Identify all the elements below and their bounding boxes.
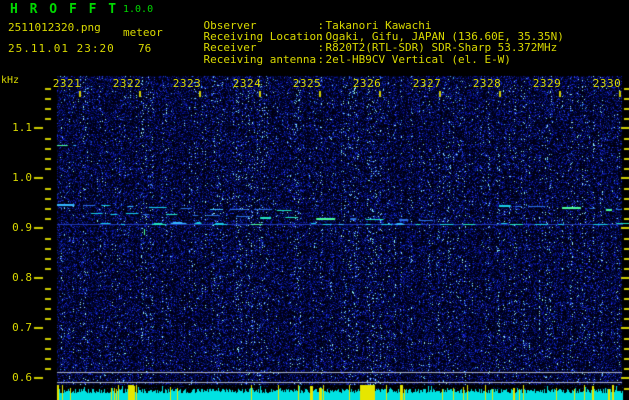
time-label-2325: 2325: [292, 77, 322, 90]
mode-label: meteor: [123, 26, 163, 39]
time-label-2327: 2327: [412, 77, 442, 90]
hrofft-screen: H R O F F T 1.0.0 2511012320.png meteor …: [0, 0, 629, 400]
time-label-2321: 2321: [52, 77, 82, 90]
time-label-2324: 2324: [232, 77, 262, 90]
time-label-2326: 2326: [352, 77, 382, 90]
freq-label-0.7: 0.7: [12, 321, 32, 334]
freq-label-0.8: 0.8: [12, 271, 32, 284]
time-label-2328: 2328: [472, 77, 502, 90]
time-label-2329: 2329: [532, 77, 562, 90]
output-filename: 2511012320.png: [8, 21, 101, 34]
y-axis-unit-label: kHz: [1, 75, 20, 86]
info-label: Receiving antenna: [203, 53, 317, 66]
app-title: H R O F F T: [10, 2, 119, 17]
freq-label-1.1: 1.1: [12, 121, 32, 134]
echo-count: 76: [138, 42, 152, 55]
time-label-2323: 2323: [172, 77, 202, 90]
freq-label-0.6: 0.6: [12, 371, 32, 384]
info-separator: :: [317, 53, 325, 66]
info-value: 2el-HB9CV Vertical (el. E-W): [325, 53, 511, 66]
datetime-label: 25.11.01 23:20: [8, 42, 115, 55]
time-label-2322: 2322: [112, 77, 142, 90]
time-label-2330: 2330: [592, 77, 622, 90]
freq-label-0.9: 0.9: [12, 221, 32, 234]
freq-label-1.0: 1.0: [12, 171, 32, 184]
app-version: 1.0.0: [123, 4, 154, 15]
info-row-antenna: Receiving antenna:2el-HB9CV Vertical (el…: [177, 40, 511, 79]
